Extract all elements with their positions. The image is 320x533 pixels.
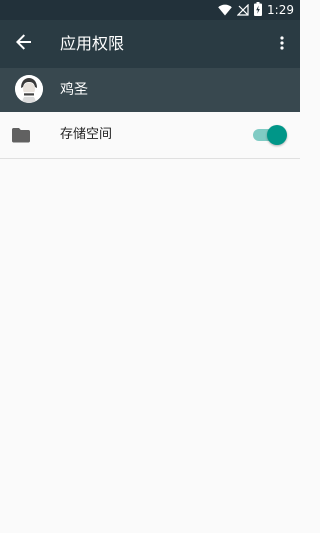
- wifi-icon: [218, 1, 232, 20]
- permission-label: 存储空间: [60, 127, 113, 142]
- arrow-back-icon: [16, 34, 32, 54]
- more-vert-icon: [280, 35, 284, 54]
- overflow-menu-button[interactable]: [268, 26, 296, 62]
- status-bar: 1:29: [0, 0, 300, 20]
- app-avatar-icon: [15, 75, 43, 103]
- status-time: 1:29: [267, 3, 294, 17]
- folder-icon: [12, 127, 30, 143]
- no-signal-icon: [236, 1, 249, 20]
- toggle-thumb: [267, 125, 287, 145]
- app-permissions-screen: 1:29 应用权限 鸡圣 存储空间: [0, 0, 300, 533]
- back-button[interactable]: [6, 26, 42, 62]
- permission-row-storage[interactable]: 存储空间: [0, 112, 300, 159]
- app-name: 鸡圣: [60, 82, 88, 98]
- storage-permission-toggle[interactable]: [253, 125, 287, 145]
- app-header: 鸡圣: [0, 68, 300, 112]
- status-icons: 1:29: [218, 0, 294, 20]
- battery-charging-icon: [254, 1, 263, 20]
- toolbar: 应用权限: [0, 20, 300, 68]
- page-title: 应用权限: [60, 34, 125, 53]
